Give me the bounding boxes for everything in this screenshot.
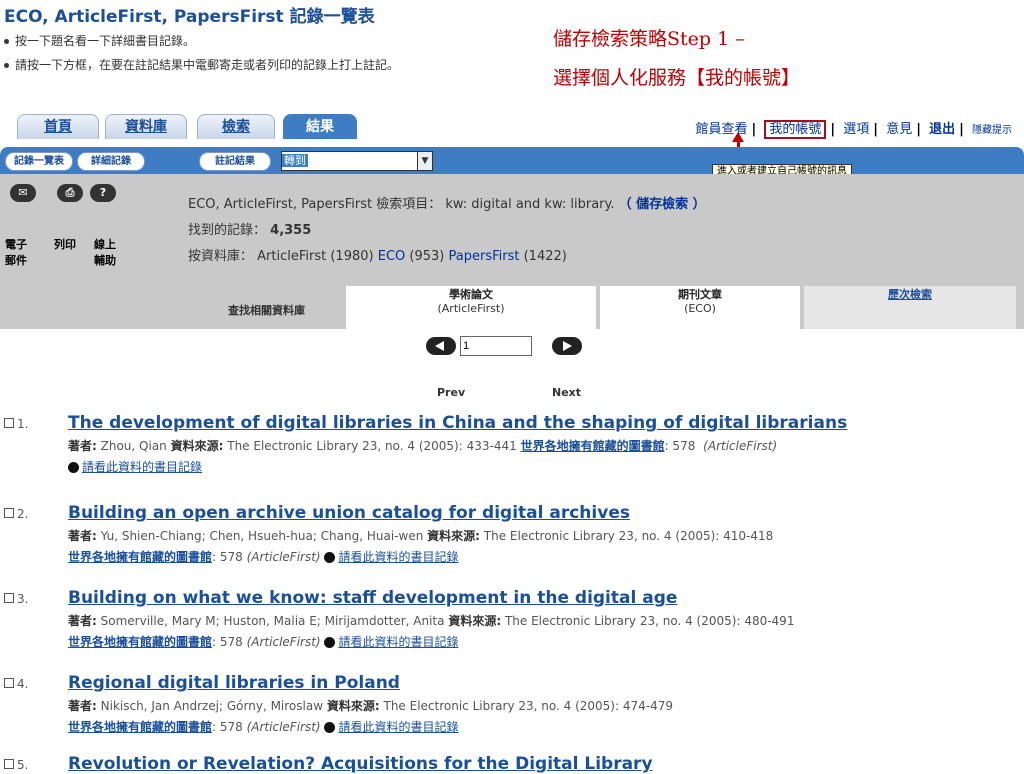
result-title-link[interactable]: Regional digital libraries in Poland bbox=[68, 673, 400, 693]
my-account-link[interactable]: 我的帳號 bbox=[764, 120, 827, 139]
email-icon[interactable]: ✉ bbox=[10, 184, 36, 202]
mark-checkbox[interactable] bbox=[4, 418, 14, 428]
papersfirst-db-link[interactable]: PapersFirst bbox=[449, 249, 520, 264]
record-icon bbox=[324, 552, 336, 563]
view-record-link[interactable]: 請看此資料的書目記錄 bbox=[338, 720, 458, 734]
by-database: 按資料庫： ArticleFirst (1980) ECO (953) Pape… bbox=[188, 249, 567, 264]
search-query: ECO, ArticleFirst, PapersFirst 檢索項目： kw:… bbox=[188, 197, 706, 212]
view-record-link[interactable]: 請看此資料的書目記錄 bbox=[82, 460, 202, 474]
prev-label: Prev bbox=[437, 386, 466, 399]
tab-databases[interactable]: 資料庫 bbox=[105, 114, 187, 139]
tab-results[interactable]: 結果 bbox=[283, 114, 357, 139]
view-record-link[interactable]: 請看此資料的書目記錄 bbox=[338, 550, 458, 564]
chevron-down-icon: ▼ bbox=[417, 152, 432, 170]
exit-link[interactable]: 退出 bbox=[929, 122, 955, 137]
help-icon[interactable]: ? bbox=[90, 184, 116, 202]
record-icon bbox=[68, 462, 79, 473]
page-title: ECO, ArticleFirst, PapersFirst 記錄一覽表 bbox=[4, 7, 375, 27]
record-icon bbox=[324, 722, 336, 733]
tab-academic-papers[interactable]: 學術論文 (ArticleFirst) bbox=[346, 286, 596, 329]
bullet-icon bbox=[4, 39, 9, 44]
holding-libraries-link[interactable]: 世界各地擁有館藏的圖書館 bbox=[68, 550, 212, 564]
hide-tips-link[interactable]: 隱藏提示 bbox=[972, 125, 1012, 136]
results-toolbar bbox=[0, 147, 1024, 174]
result-meta: 著者: Nikisch, Jan Andrzej; Górny, Mirosla… bbox=[68, 699, 673, 713]
tab-search-history[interactable]: 歷次檢索 bbox=[804, 286, 1016, 329]
page-input[interactable] bbox=[460, 336, 532, 356]
print-icon[interactable]: ⎙ bbox=[57, 184, 83, 202]
result-meta: 著者: Zhou, Qian 資料來源: The Electronic Libr… bbox=[68, 439, 778, 453]
help-label: 線上輔助 bbox=[94, 238, 116, 267]
instruction-1: 按一下題名看一下詳細書目記錄。 bbox=[4, 32, 195, 49]
view-record-link[interactable]: 請看此資料的書目記錄 bbox=[338, 635, 458, 649]
holding-libraries-link[interactable]: 世界各地擁有館藏的圖書館 bbox=[68, 720, 212, 734]
save-search-link[interactable]: （ 儲存檢索 ） bbox=[619, 197, 706, 212]
record-icon bbox=[324, 637, 336, 648]
result-title-link[interactable]: Building on what we know: staff developm… bbox=[68, 588, 677, 608]
result-title-link[interactable]: The development of digital libraries in … bbox=[68, 413, 847, 433]
print-label: 列印 bbox=[54, 238, 76, 251]
mark-checkbox[interactable] bbox=[4, 508, 14, 518]
prev-page-icon[interactable] bbox=[426, 337, 456, 355]
mark-checkbox[interactable] bbox=[4, 678, 14, 688]
bullet-icon bbox=[4, 63, 9, 68]
next-label: Next bbox=[552, 386, 582, 399]
eco-db-link[interactable]: ECO bbox=[378, 249, 406, 264]
next-page-icon[interactable] bbox=[552, 337, 582, 355]
result-meta: 著者: Yu, Shien-Chiang; Chen, Hsueh-hua; C… bbox=[68, 529, 774, 543]
annotation-instruction: 選擇個人化服務【我的帳號】 bbox=[553, 67, 801, 89]
marked-results-button[interactable]: 註記結果 bbox=[199, 152, 271, 171]
record-list-button[interactable]: 記錄一覽表 bbox=[5, 152, 73, 171]
email-label: 電子郵件 bbox=[5, 238, 27, 267]
goto-select[interactable]: 轉到 ▼ bbox=[281, 151, 433, 171]
result-meta: 著者: Somerville, Mary M; Huston, Malia E;… bbox=[68, 614, 795, 628]
holding-libraries-link[interactable]: 世界各地擁有館藏的圖書館 bbox=[68, 635, 212, 649]
found-records: 找到的記錄： 4,355 bbox=[188, 223, 312, 238]
mark-checkbox[interactable] bbox=[4, 593, 14, 603]
instruction-2: 請按一下方框，在要在註記結果中電郵寄走或者列印的記錄上打上註記。 bbox=[4, 56, 399, 73]
options-link[interactable]: 選項 bbox=[843, 122, 869, 137]
detail-record-button[interactable]: 詳細記錄 bbox=[77, 152, 145, 171]
annotation-step: 儲存檢索策略Step 1 – bbox=[553, 28, 745, 50]
holding-libraries-link[interactable]: 世界各地擁有館藏的圖書館 bbox=[521, 439, 665, 453]
result-title-link[interactable]: Building an open archive union catalog f… bbox=[68, 503, 630, 523]
tab-journal-articles[interactable]: 期刊文章 (ECO) bbox=[600, 286, 800, 329]
tab-home[interactable]: 首頁 bbox=[17, 114, 99, 139]
comments-link[interactable]: 意見 bbox=[886, 122, 912, 137]
result-title-link[interactable]: Revolution or Revelation? Acquisitions f… bbox=[68, 754, 653, 774]
tab-search[interactable]: 檢索 bbox=[197, 114, 275, 139]
related-databases-label: 查找相關資料庫 bbox=[228, 304, 305, 317]
